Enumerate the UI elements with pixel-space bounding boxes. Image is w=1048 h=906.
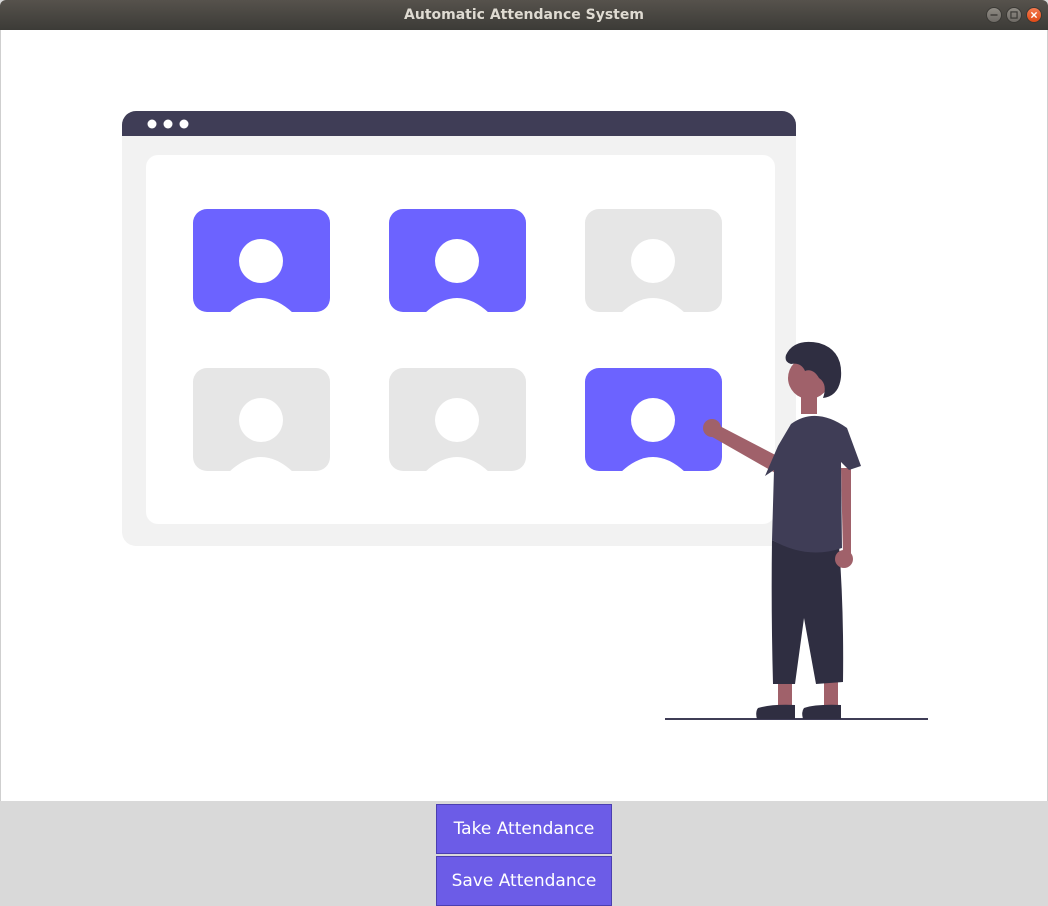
take-attendance-button[interactable]: Take Attendance — [436, 804, 612, 854]
user-icon — [631, 239, 675, 283]
profile-card-1 — [193, 209, 330, 313]
title-bar[interactable]: Automatic Attendance System — [0, 0, 1048, 30]
maximize-icon[interactable] — [1006, 7, 1022, 23]
user-icon — [435, 239, 479, 283]
window-title: Automatic Attendance System — [404, 7, 644, 23]
user-icon — [239, 398, 283, 442]
profile-card-3 — [585, 209, 722, 313]
browser-window-graphic — [122, 111, 796, 546]
profile-card-6 — [585, 368, 722, 472]
attendance-illustration — [122, 111, 928, 720]
user-icon — [435, 398, 479, 442]
minimize-icon[interactable] — [986, 7, 1002, 23]
browser-dot-icon — [163, 119, 173, 129]
illustration-area — [0, 30, 1048, 801]
save-attendance-button[interactable]: Save Attendance — [436, 856, 612, 906]
browser-dot-icon — [179, 119, 189, 129]
button-bar: Take Attendance Save Attendance — [0, 801, 1048, 906]
app-window: Automatic Attendance System Take Attenda… — [0, 0, 1048, 906]
profile-card-5 — [389, 368, 526, 472]
user-icon — [239, 239, 283, 283]
profile-card-4 — [193, 368, 330, 472]
user-icon — [631, 398, 675, 442]
browser-toolbar — [122, 111, 796, 136]
browser-dot-icon — [147, 119, 157, 129]
profile-card-2 — [389, 209, 526, 313]
close-icon[interactable] — [1026, 7, 1042, 23]
